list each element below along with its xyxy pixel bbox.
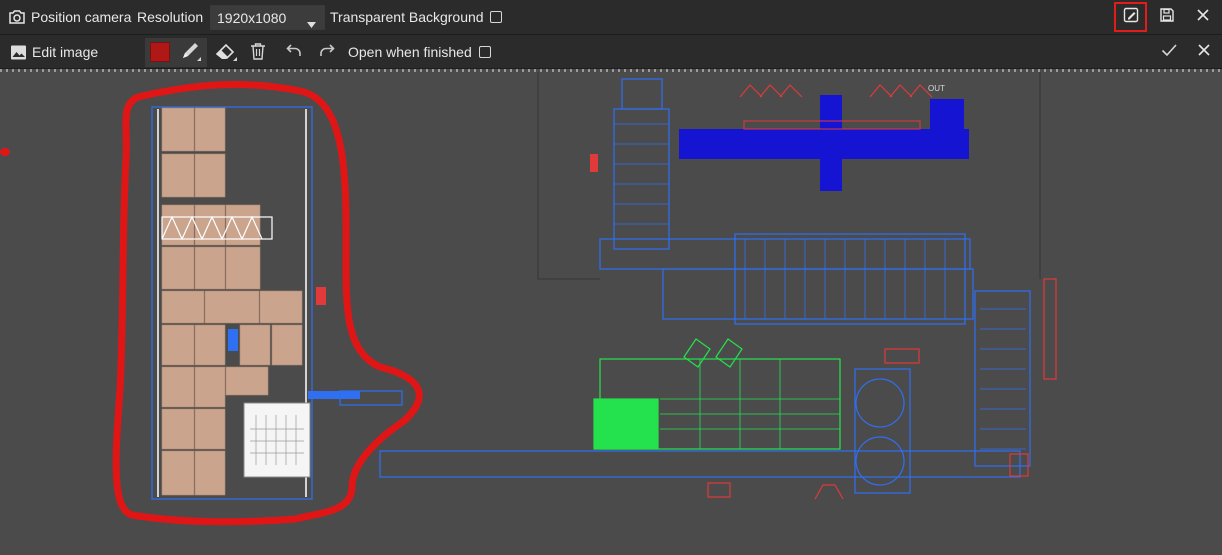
delete-button[interactable] [249,42,267,65]
edit-image-label: Edit image [32,44,99,60]
redo-button[interactable] [318,43,336,62]
close-icon [1197,43,1211,62]
image-canvas[interactable]: OUT [0,69,1222,550]
eraser-icon [214,40,238,67]
resolution-value: 1920x1080 [217,9,287,26]
upper-machine: OUT [590,78,969,250]
save-button[interactable] [1158,7,1176,28]
position-camera-label[interactable]: Position camera [31,9,131,25]
edit-image-icon [1123,7,1139,28]
pencil-icon [179,39,203,68]
layout-drawing: OUT [0,72,1057,526]
open-when-finished-label: Open when finished [348,44,472,60]
image-icon [9,43,27,61]
transparent-background-label: Transparent Background [330,9,484,25]
bottom-line [379,338,1029,500]
out-label: OUT [928,84,945,93]
canvas-ruler [0,69,1222,72]
close-button[interactable] [1195,8,1211,27]
cancel-button[interactable] [1196,43,1212,62]
check-icon [1161,43,1177,62]
color-swatch-button[interactable] [150,42,170,62]
edit-toolbar: Edit image Open when finished [0,35,1222,69]
storage-area [151,106,403,500]
camera-icon[interactable] [8,8,26,26]
confirm-button[interactable] [1160,43,1178,62]
chevron-down-icon [307,15,316,33]
save-icon [1159,7,1175,28]
resolution-label: Resolution [137,9,204,25]
redo-icon [319,43,335,62]
top-toolbar: Position camera Resolution 1920x1080 Tra… [0,0,1222,35]
eraser-tool-button[interactable] [213,42,239,64]
edit-image-toggle-button[interactable] [1114,2,1147,32]
transparent-background-checkbox[interactable] [490,11,502,23]
trash-icon [250,42,266,65]
middle-conveyor [599,233,1057,467]
undo-icon [286,43,302,62]
close-icon [1196,8,1210,27]
pencil-tool-button[interactable] [178,41,204,65]
open-when-finished-checkbox[interactable] [479,46,491,58]
resolution-select[interactable]: 1920x1080 [210,5,325,30]
undo-button[interactable] [285,43,303,62]
